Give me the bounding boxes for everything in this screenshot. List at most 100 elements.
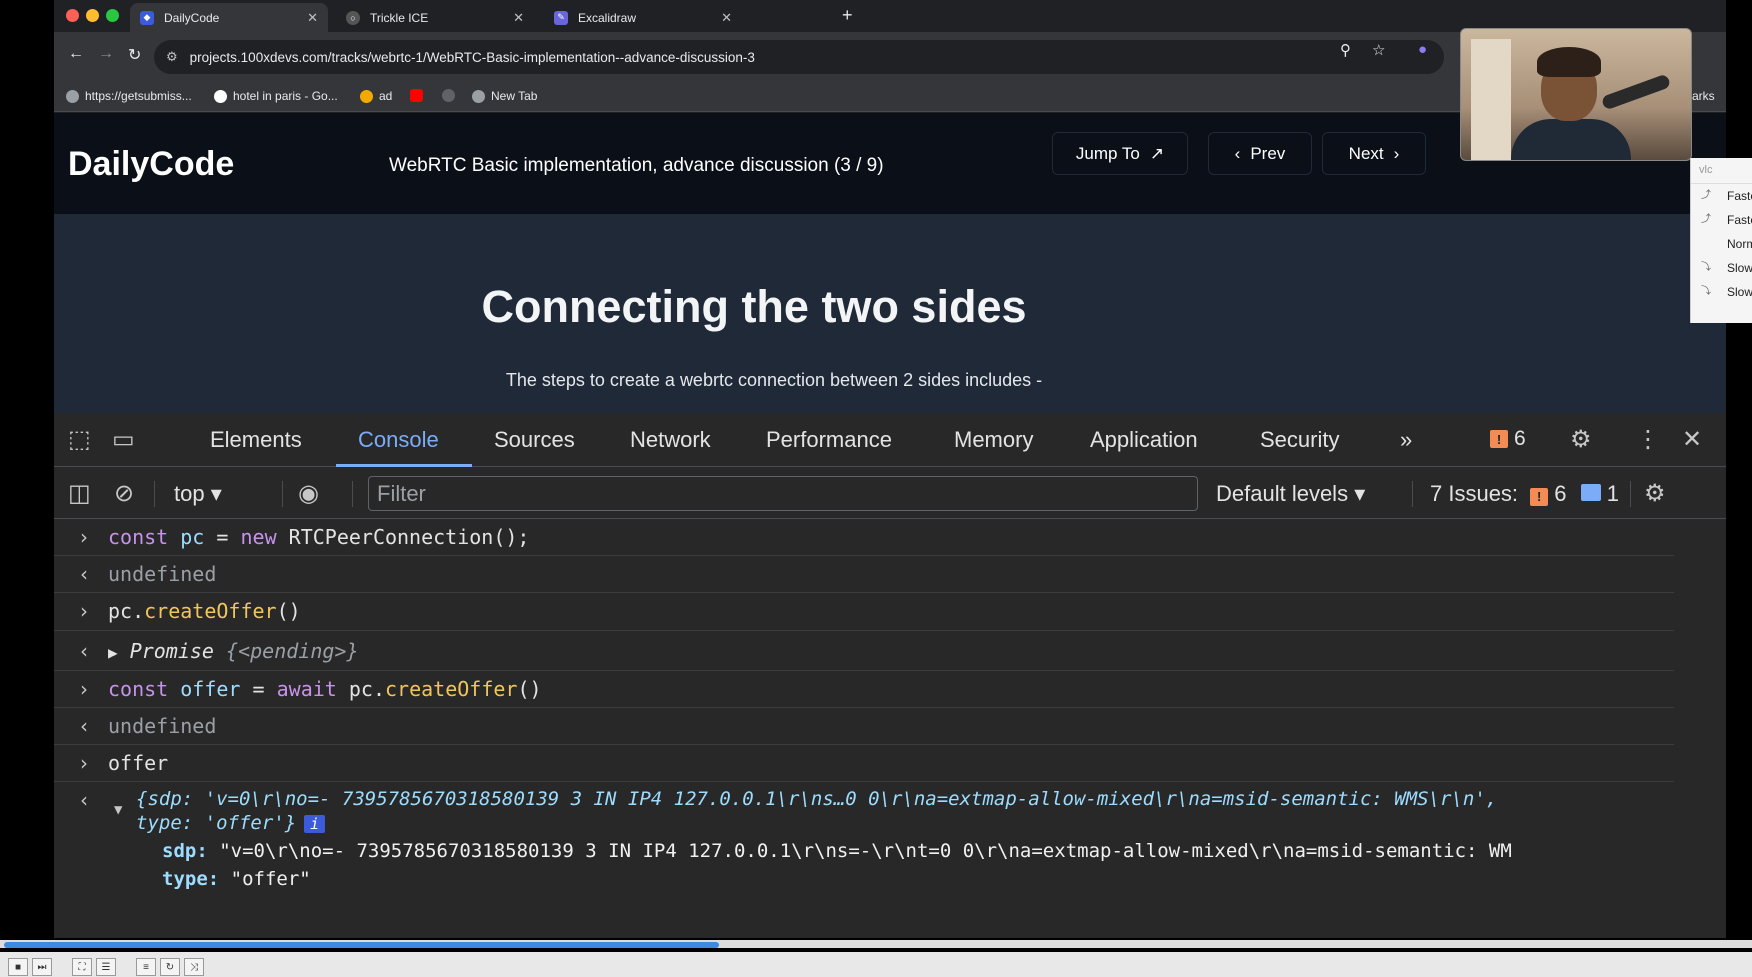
tab-console[interactable]: Console [358,427,439,453]
console-input-line[interactable]: › const pc = new RTCPeerConnection(); [54,519,1674,556]
forward-arrow-icon[interactable]: → [98,45,114,63]
console-result-line[interactable]: ‹ ▶ Promise {<pending>} [54,631,1674,671]
tab-excalidraw[interactable]: ✎ Excalidraw ✕ [544,3,742,32]
result-chevron-icon: ‹ [80,788,88,812]
maximize-window-button[interactable] [106,9,119,22]
reload-icon[interactable]: ↻ [128,45,141,65]
log-levels-dropdown[interactable]: Default levels ▾ [1216,481,1365,507]
back-arrow-icon[interactable]: ← [68,45,84,63]
youtube-icon [410,89,423,102]
minimize-window-button[interactable] [86,9,99,22]
code-function: createOffer [144,599,277,623]
console-settings-gear-icon[interactable]: ⚙ [1644,479,1666,508]
stop-icon[interactable]: ■ [8,958,28,976]
option-label: Slow [1727,285,1752,299]
device-toolbar-icon[interactable]: ▭ [112,425,135,454]
new-tab-button[interactable]: + [842,5,853,26]
promise-name: Promise [129,639,214,663]
close-tab-icon[interactable]: ✕ [513,10,524,26]
speed-option-slower-fine[interactable]: ⤵ Slow [1691,256,1752,280]
site-logo[interactable]: DailyCode [68,145,234,184]
clear-console-icon[interactable]: ⊘ [114,479,134,508]
issues-label: 7 Issues: [1430,481,1519,506]
tab-elements[interactable]: Elements [210,427,302,453]
extension-icon[interactable]: ● [1418,41,1427,58]
close-devtools-icon[interactable]: ✕ [1682,425,1702,454]
property-value: "v=0\r\no=- 7395785670318580139 3 IN IP4… [207,840,1512,862]
console-input-line[interactable]: › const offer = await pc.createOffer() [54,671,1674,708]
zoom-icon[interactable]: ⚲ [1340,41,1351,59]
bookmark-item[interactable]: ad [360,89,392,103]
property-key: type: [162,868,220,890]
speed-option-faster[interactable]: ⤴ Faste [1691,184,1752,208]
bookmark-star-icon[interactable]: ☆ [1372,41,1385,59]
site-settings-icon[interactable]: ⚙ [166,49,178,65]
speed-option-slower[interactable]: ⤵ Slow [1691,280,1752,304]
chevron-left-icon: ‹ [1234,143,1241,163]
tab-performance[interactable]: Performance [766,427,892,453]
bookmark-item[interactable]: https://getsubmiss... [66,89,192,103]
issues-info-count: 1 [1606,481,1620,506]
issues-summary[interactable]: 7 Issues: ! 6 1 [1430,481,1619,507]
tab-network[interactable]: Network [630,427,711,453]
promise-state: {<pending>} [226,639,359,663]
code-keyword: const [108,525,169,549]
option-label: Faste [1727,213,1752,227]
prev-button[interactable]: ‹ Prev [1208,132,1312,175]
more-options-icon[interactable]: ⋮ [1636,425,1660,454]
tab-security[interactable]: Security [1260,427,1339,453]
slower-icon: ⤵ [1701,262,1711,273]
speed-option-faster-fine[interactable]: ⤴ Faste [1691,208,1752,232]
warnings-badge[interactable]: ! 6 [1490,427,1526,451]
bookmark-item[interactable]: New Tab [472,89,537,103]
tab-memory[interactable]: Memory [954,427,1033,453]
console-input-line[interactable]: › offer [54,745,1674,782]
bookmark-item[interactable] [410,89,429,102]
sidebar-toggle-icon[interactable]: ◫ [68,479,91,508]
info-icon[interactable]: i [304,815,326,833]
shuffle-icon[interactable]: ⤨ [184,958,204,976]
close-window-button[interactable] [66,9,79,22]
close-tab-icon[interactable]: ✕ [307,10,318,26]
page-heading: Connecting the two sides [481,281,1027,332]
close-tab-icon[interactable]: ✕ [721,10,732,26]
playlist-icon[interactable]: ≡ [136,958,156,976]
bookmark-item[interactable]: hotel in paris - Go... [214,89,338,103]
expanded-triangle-icon[interactable]: ▼ [114,802,122,818]
bookmark-item[interactable] [442,89,461,102]
settings-gear-icon[interactable]: ⚙ [1570,425,1592,454]
option-label: Faste [1727,189,1752,203]
tab-sources[interactable]: Sources [494,427,575,453]
tab-application[interactable]: Application [1090,427,1198,453]
tab-title: Excalidraw [578,10,637,25]
extended-settings-icon[interactable]: ☰ [96,958,116,976]
context-label: top [174,481,205,506]
divider [154,481,155,507]
all-bookmarks-label[interactable]: arks [1692,89,1715,103]
tab-dailycode[interactable]: ◆ DailyCode ✕ [130,3,328,32]
console-object-result[interactable]: ‹ ▼ {sdp: 'v=0\r\no=- 739578567031858013… [54,782,1674,938]
context-selector[interactable]: top ▾ [174,481,222,507]
loop-icon[interactable]: ↻ [160,958,180,976]
speed-option-normal[interactable]: Norm [1691,232,1752,256]
address-bar[interactable]: ⚙ projects.100xdevs.com/tracks/webrtc-1/… [154,40,1444,74]
filter-input[interactable]: Filter [368,476,1198,511]
console-filter-bar: ◫ ⊘ top ▾ ◉ Filter Default levels ▾ 7 Is… [54,467,1726,519]
fullscreen-icon[interactable]: ⛶ [72,958,92,976]
tab-trickle-ice[interactable]: ○ Trickle ICE ✕ [336,3,534,32]
expand-triangle-icon[interactable]: ▶ [108,643,118,662]
divider [1412,481,1413,507]
vlc-menu-search[interactable]: vlc [1691,158,1752,184]
more-tabs-icon[interactable]: » [1400,427,1412,453]
object-preview-type: type: 'offer'} [136,812,297,834]
inspect-element-icon[interactable]: ⬚ [68,425,91,454]
result-chevron-icon: ‹ [80,639,88,663]
console-input-line[interactable]: › pc.createOffer() [54,593,1674,631]
webcam-overlay [1460,28,1692,161]
live-expression-eye-icon[interactable]: ◉ [298,479,319,508]
object-preview-line: {sdp: 'v=0\r\no=- 7395785670318580139 3 … [136,788,1498,810]
next-button[interactable]: Next › [1322,132,1426,175]
next-label: Next [1348,143,1384,163]
jump-to-button[interactable]: Jump To ↗ [1052,132,1188,175]
next-chapter-icon[interactable]: ⏭ [32,958,52,976]
